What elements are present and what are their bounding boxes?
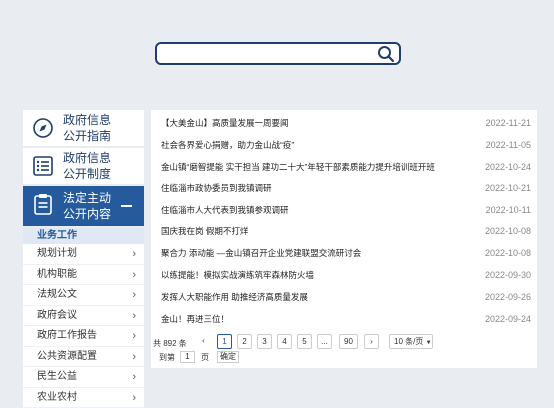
nav-label-line2: 公开指南	[63, 128, 111, 144]
news-list: 【大美金山】高质量发展一周要闻 2022-11-21 社会各界爱心捐赠，助力金山战…	[151, 110, 537, 368]
news-item[interactable]: 国庆我在岗 假期不打烊 2022-10-08	[161, 220, 531, 242]
sub-item[interactable]: 政府会议 ›	[23, 306, 144, 327]
sub-list: 规划计划› 机构职能› 法规公文› 政府会议› 政府工作报告› 公共资源配置› …	[23, 244, 144, 408]
chevron-right-icon: ›	[132, 285, 136, 305]
news-title[interactable]: 聚合力 添动能 —金山镇召开企业党建联盟交流研讨会	[161, 242, 361, 264]
sub-item[interactable]: 农业农村›	[23, 388, 144, 408]
news-title[interactable]: 住临淄市人大代表到我镇参观调研	[161, 199, 289, 221]
news-title[interactable]: 金山镇“磨智提能 实干担当 建功二十大”年轻干部素质能力提升培训班开班	[161, 156, 435, 178]
sub-item-label: 机构职能	[37, 269, 77, 280]
sub-item-label: 政府工作报告	[37, 330, 97, 341]
next-page-button[interactable]: ›	[364, 334, 379, 349]
news-date: 2022-11-21	[486, 112, 531, 134]
nav-statutory-content[interactable]: 法定主动 公开内容	[23, 186, 144, 226]
chevron-right-icon: ›	[132, 265, 136, 285]
news-title[interactable]: 【大美金山】高质量发展一周要闻	[161, 112, 289, 134]
news-date: 2022-10-21	[485, 177, 531, 199]
news-item[interactable]: 金山！再进三位！ 2022-09-24	[161, 308, 531, 330]
sub-item-label: 法规公文	[37, 289, 77, 300]
compass-icon	[31, 116, 55, 140]
page-button[interactable]: 1	[217, 334, 232, 349]
sub-header-business[interactable]: 业务工作	[23, 228, 144, 244]
page-size-select[interactable]: 10 条/页 ▼	[389, 334, 433, 349]
news-item[interactable]: 住临淄市人大代表到我镇参观调研 2022-10-11	[161, 199, 531, 221]
news-title[interactable]: 发挥人大职能作用 助推经济高质量发展	[161, 286, 308, 308]
sub-item-label: 公共资源配置	[37, 351, 97, 362]
nav-gov-info-system[interactable]: 政府信息 公开制度	[23, 148, 144, 184]
sidebar: 政府信息 公开指南 政府信息 公开制度 法定主动 公开内容 业务工作 规划计划 ›	[23, 110, 144, 408]
pagination: 共 892 条 ‹ 1 2 3 4 5 ... 90 › 10 条/页 ▼ 到第…	[151, 334, 537, 366]
news-item[interactable]: 金山镇“磨智提能 实干担当 建功二十大”年轻干部素质能力提升培训班开班 2022-…	[161, 156, 531, 178]
search-icon[interactable]	[377, 45, 395, 63]
sub-item[interactable]: 规划计划 ›	[23, 244, 144, 265]
news-title[interactable]: 住临淄市政协委员到我镇调研	[161, 177, 272, 199]
sub-item-label: 民生公益	[37, 371, 77, 382]
nav-label: 政府信息 公开指南	[63, 112, 111, 144]
clipboard-icon	[31, 192, 55, 216]
news-title[interactable]: 金山！再进三位！	[161, 308, 229, 330]
news-title[interactable]: 社会各界爱心捐赠，助力金山战“疫”	[161, 134, 294, 156]
goto-label: 到第	[159, 352, 175, 363]
sub-item[interactable]: 政府工作报告 ›	[23, 326, 144, 347]
nav-label-line1: 法定主动	[63, 190, 111, 206]
chevron-right-icon: ›	[132, 326, 136, 346]
news-item[interactable]: 聚合力 添动能 —金山镇召开企业党建联盟交流研讨会 2022-10-08	[161, 242, 531, 264]
nav-label-line1: 政府信息	[63, 150, 111, 166]
news-date: 2022-10-24	[485, 156, 531, 178]
nav-label-line2: 公开制度	[63, 166, 111, 182]
news-item[interactable]: 【大美金山】高质量发展一周要闻 2022-11-21	[161, 112, 531, 134]
chevron-right-icon: ›	[132, 367, 136, 387]
news-date: 2022-09-26	[485, 286, 531, 308]
page-size-value: 10 条/页	[394, 337, 423, 346]
sub-item-label: 规划计划	[37, 248, 77, 259]
news-date: 2022-10-08	[485, 242, 531, 264]
page-button[interactable]: 4	[277, 334, 292, 349]
chevron-right-icon: ›	[132, 244, 136, 264]
sub-item[interactable]: 机构职能 ›	[23, 265, 144, 286]
sub-item-label: 政府会议	[37, 310, 77, 321]
goto-unit: 页	[201, 352, 209, 363]
nav-label-line2: 公开内容	[63, 206, 111, 222]
collapse-icon[interactable]	[121, 205, 132, 207]
list-icon	[31, 154, 55, 178]
news-date: 2022-09-30	[485, 264, 531, 286]
news-date: 2022-10-08	[485, 220, 531, 242]
news-date: 2022-09-24	[485, 308, 531, 330]
nav-label-line1: 政府信息	[63, 112, 111, 128]
total-count: 共 892 条	[153, 338, 187, 349]
page-button[interactable]: 5	[297, 334, 312, 349]
news-title[interactable]: 以练提能！模拟实战演练筑牢森林防火墙	[161, 264, 314, 286]
news-item[interactable]: 社会各界爱心捐赠，助力金山战“疫” 2022-11-05	[161, 134, 531, 156]
sub-item[interactable]: 公共资源配置 ›	[23, 347, 144, 368]
news-item[interactable]: 以练提能！模拟实战演练筑牢森林防火墙 2022-09-30	[161, 264, 531, 286]
chevron-right-icon: ›	[132, 347, 136, 367]
page-button[interactable]: 2	[237, 334, 252, 349]
prev-page-button[interactable]: ‹	[196, 334, 211, 349]
confirm-button[interactable]: 确定	[217, 351, 239, 363]
page-button[interactable]: 90	[339, 334, 358, 349]
search-input[interactable]	[155, 42, 401, 65]
sub-item[interactable]: 法规公文 ›	[23, 285, 144, 306]
news-item[interactable]: 发挥人大职能作用 助推经济高质量发展 2022-09-26	[161, 286, 531, 308]
chevron-right-icon: ›	[132, 306, 136, 326]
nav-label: 法定主动 公开内容	[63, 190, 111, 222]
sub-item[interactable]: 民生公益 ›	[23, 367, 144, 388]
goto-page-input[interactable]: 1	[180, 351, 195, 363]
chevron-right-icon: ›	[132, 388, 136, 408]
news-title[interactable]: 国庆我在岗 假期不打烊	[161, 220, 248, 242]
page-button[interactable]: 3	[257, 334, 272, 349]
page-ellipsis[interactable]: ...	[317, 334, 332, 349]
nav-label: 政府信息 公开制度	[63, 150, 111, 182]
caret-down-icon: ▼	[426, 340, 432, 346]
news-date: 2022-11-05	[486, 134, 531, 156]
news-item[interactable]: 住临淄市政协委员到我镇调研 2022-10-21	[161, 177, 531, 199]
news-date: 2022-10-11	[486, 199, 531, 221]
nav-gov-info-guide[interactable]: 政府信息 公开指南	[23, 110, 144, 146]
